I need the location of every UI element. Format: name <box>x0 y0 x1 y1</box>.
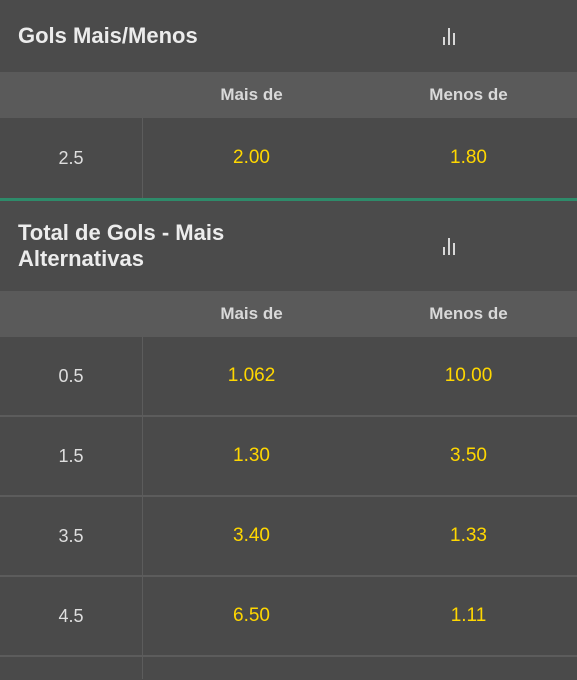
stats-button[interactable] <box>339 16 559 56</box>
odds-row: 3.5 3.40 1.33 <box>0 497 577 577</box>
market-header[interactable]: Total de Gols - Mais Alternativas <box>0 201 577 291</box>
odds-row-partial <box>0 657 577 679</box>
line-value: 1.5 <box>0 417 143 495</box>
line-value: 3.5 <box>0 497 143 575</box>
odds-row: 4.5 6.50 1.11 <box>0 577 577 657</box>
line-value: 4.5 <box>0 577 143 655</box>
under-odds-button[interactable]: 1.11 <box>360 577 577 655</box>
under-odds-button[interactable]: 1.33 <box>360 497 577 575</box>
bar-chart-icon <box>443 27 455 45</box>
market-total-de-gols-alternativas: Total de Gols - Mais Alternativas Mais d… <box>0 201 577 679</box>
bar-chart-icon <box>443 237 455 255</box>
over-odds-button[interactable]: 2.00 <box>143 118 360 198</box>
line-value <box>0 657 143 679</box>
column-header-under: Menos de <box>429 304 508 323</box>
over-odds-button[interactable]: 1.30 <box>143 417 360 495</box>
under-odds-button[interactable]: 3.50 <box>360 417 577 495</box>
market-title: Total de Gols - Mais Alternativas <box>18 220 225 271</box>
under-odds-button[interactable]: 1.80 <box>360 118 577 198</box>
column-header-over: Mais de <box>220 304 283 323</box>
odds-row: 2.5 2.00 1.80 <box>0 118 577 198</box>
under-odds-button[interactable]: 10.00 <box>360 337 577 415</box>
market-title: Gols Mais/Menos <box>18 23 198 48</box>
market-header[interactable]: Gols Mais/Menos <box>0 0 577 72</box>
column-header-over: Mais de <box>220 85 283 104</box>
over-odds-button[interactable]: 1.062 <box>143 337 360 415</box>
odds-row: 0.5 1.062 10.00 <box>0 337 577 417</box>
over-odds-button[interactable]: 6.50 <box>143 577 360 655</box>
line-value: 0.5 <box>0 337 143 415</box>
line-value: 2.5 <box>0 118 143 198</box>
market-gols-mais-menos: Gols Mais/Menos Mais de Menos de 2.5 2.0… <box>0 0 577 198</box>
stats-button[interactable] <box>339 226 559 266</box>
column-header-under: Menos de <box>429 85 508 104</box>
column-header-row: Mais de Menos de <box>0 72 577 118</box>
odds-row: 1.5 1.30 3.50 <box>0 417 577 497</box>
over-odds-button[interactable]: 3.40 <box>143 497 360 575</box>
column-header-row: Mais de Menos de <box>0 291 577 337</box>
